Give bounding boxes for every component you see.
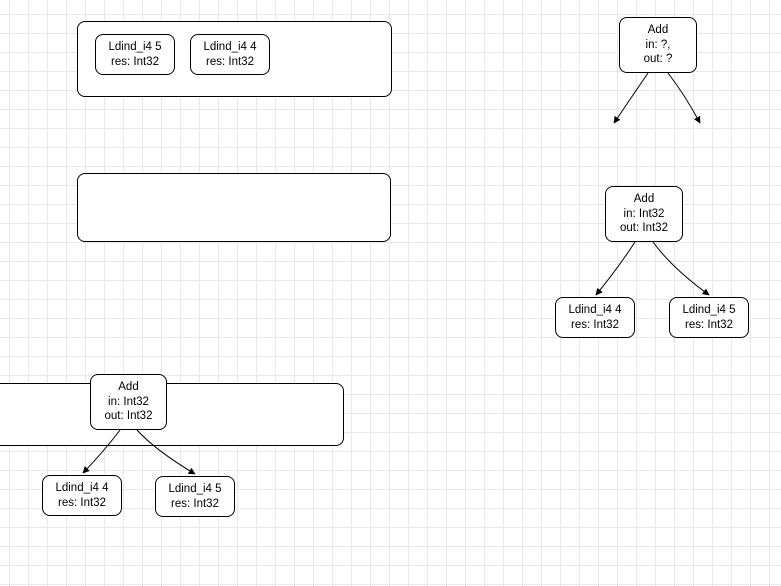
stack-container-top: Ldind_i4 5 res: Int32 Ldind_i4 4 res: In… bbox=[77, 21, 392, 97]
title: Add bbox=[606, 192, 682, 206]
op-label: Ldind_i4 5 bbox=[96, 40, 174, 54]
res-label: res: Int32 bbox=[156, 497, 234, 511]
child-ldind4-mid: Ldind_i4 4 res: Int32 bbox=[555, 297, 635, 338]
op-label: Ldind_i4 4 bbox=[43, 481, 121, 495]
title: Add bbox=[91, 380, 166, 394]
op-label: Ldind_i4 4 bbox=[556, 303, 634, 317]
out-label: out: Int32 bbox=[91, 409, 166, 423]
res-label: res: Int32 bbox=[96, 55, 174, 69]
add-node-mid: Add in: Int32 out: Int32 bbox=[605, 186, 683, 242]
stack-item-ldind4: Ldind_i4 4 res: Int32 bbox=[190, 34, 270, 75]
res-label: res: Int32 bbox=[43, 496, 121, 510]
in-label: in: Int32 bbox=[606, 207, 682, 221]
res-label: res: Int32 bbox=[191, 55, 269, 69]
title: Add bbox=[620, 23, 696, 37]
op-label: Ldind_i4 4 bbox=[191, 40, 269, 54]
res-label: res: Int32 bbox=[556, 318, 634, 332]
in-label: in: ?, bbox=[620, 38, 696, 52]
add-node-unknown: Add in: ?, out: ? bbox=[619, 17, 697, 73]
op-label: Ldind_i4 5 bbox=[670, 303, 748, 317]
diagram: Ldind_i4 5 res: Int32 Ldind_i4 4 res: In… bbox=[0, 0, 781, 586]
res-label: res: Int32 bbox=[670, 318, 748, 332]
stack-item-ldind5: Ldind_i4 5 res: Int32 bbox=[95, 34, 175, 75]
add-node-bottom: Add in: Int32 out: Int32 bbox=[90, 374, 167, 430]
child-ldind5-bottom: Ldind_i4 5 res: Int32 bbox=[155, 476, 235, 517]
child-ldind4-bottom: Ldind_i4 4 res: Int32 bbox=[42, 475, 122, 516]
stack-container-bottom bbox=[0, 383, 344, 446]
stack-container-empty bbox=[77, 173, 391, 242]
out-label: out: Int32 bbox=[606, 221, 682, 235]
out-label: out: ? bbox=[620, 52, 696, 66]
op-label: Ldind_i4 5 bbox=[156, 482, 234, 496]
in-label: in: Int32 bbox=[91, 395, 166, 409]
child-ldind5-mid: Ldind_i4 5 res: Int32 bbox=[669, 297, 749, 338]
